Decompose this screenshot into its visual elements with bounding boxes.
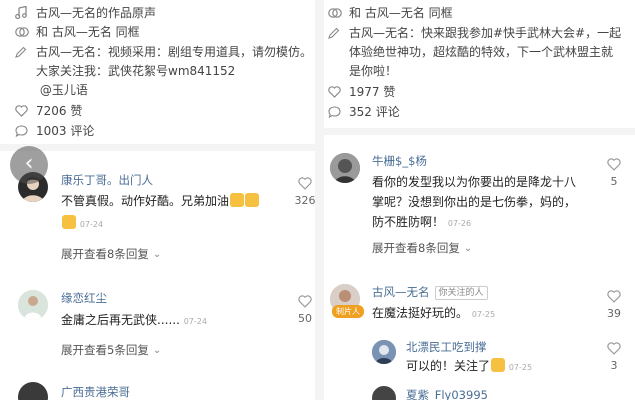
comment-text: 不管真假。动作好酷。兄弟加油 [61,191,260,211]
heart-icon [607,290,621,303]
likes-row: 7206 赞 [15,102,82,123]
comment-body: 可以的！关注了 [406,359,491,373]
comment-body: 在魔法挺好玩的。 [372,306,469,320]
comment-time: 07-25 [471,310,496,319]
comment-text: 金庸之后再无武侠...... 07-24 [61,310,207,332]
comments-row: 352 评论 [328,103,400,124]
section-gap [324,128,635,135]
heart-icon [328,85,343,104]
back-arrow-icon[interactable]: ‹ [10,146,48,184]
commenter-name[interactable]: 北漂民工吃到撑 [406,339,487,355]
comment-like-button[interactable]: 326 [291,177,315,207]
avatar[interactable] [18,382,48,400]
commenter-name[interactable]: 牛栅$_$杨 [372,153,427,169]
heart-icon [607,342,621,355]
comment-text: 在魔法挺好玩的。 07-25 [372,303,495,325]
expand-replies-label: 展开查看8条回复 [372,241,460,255]
comment-time: 07-24 [183,317,207,326]
comment-count: 352 评论 [349,105,400,119]
comments-row: 1003 评论 [15,122,94,143]
comment-like-count: 326 [294,194,316,207]
comment-count: 1003 评论 [36,124,95,138]
avatar[interactable] [330,153,360,183]
comment-like-count: 5 [610,175,618,188]
comment-time: 07-26 [447,219,472,228]
comment-body: 不管真假。动作好酷。兄弟加油 [61,194,230,208]
panel-divider [315,0,324,400]
thumbs-up-emoji-icon [230,193,245,207]
heart-icon [298,177,312,190]
left-video-detail: 古风—无名的作品原声 和 古风—无名 同框 古风—无名：视频采用：剧组专用道具，… [0,0,315,400]
like-count: 1977 赞 [349,85,396,99]
chevron-down-icon: ⌄ [152,344,162,356]
commenter-name[interactable]: 康乐丁哥。出门人 [61,172,153,188]
commenter-name-row: 古风—无名 你关注的人 [372,284,488,300]
edit-pencil-icon [15,45,30,64]
comment-like-count: 50 [298,312,312,325]
edit-pencil-icon [328,26,343,45]
expand-replies-button[interactable]: 展开查看5条回复 ⌄ [61,342,161,358]
avatar[interactable] [372,386,396,400]
comment-like-button[interactable]: 5 [600,158,628,188]
expand-replies-button[interactable]: 展开查看8条回复 ⌄ [372,240,472,256]
music-label: 古风—无名的作品原声 [36,6,157,20]
duet-icon [15,25,30,44]
like-count: 7206 赞 [36,104,83,118]
comment-time: 07-24 [79,220,104,229]
comment-like-button[interactable]: 3 [600,342,628,372]
commenter-name[interactable]: 广西贵港荣哥 [61,384,130,400]
likes-row: 1977 赞 [328,83,395,104]
comment-like-button[interactable]: 50 [291,295,315,325]
avatar[interactable] [372,340,396,364]
following-tag: 你关注的人 [434,286,488,300]
comment-bubble-icon [15,124,30,143]
right-video-detail: 和 古风—无名 同框 古风—无名：快来跟我参加#快手武林大会#，一起 体验绝世神… [324,0,635,400]
description-row: 古风—无名：视频采用：剧组专用道具，请勿模仿。 大家关注我：武侠花絮号wm841… [15,43,312,100]
thumbs-up-emoji-icon [245,193,260,207]
thumbs-up-emoji-icon [62,215,76,229]
description-row: 古风—无名：快来跟我参加#快手武林大会#，一起 体验绝世神功，超炫酷的特效，下一… [328,24,621,81]
chevron-down-icon: ⌄ [152,248,162,260]
expand-replies-label: 展开查看8条回复 [61,247,149,261]
section-gap [0,144,315,151]
heart-icon [298,295,312,308]
duet-label: 和 古风—无名 同框 [349,6,453,20]
comment-text: 可以的！关注了 07-25 [406,356,532,378]
comment-meta: 07-24 [61,213,103,235]
comment-body: 金庸之后再无武侠...... [61,313,180,327]
commenter-name[interactable]: 缘恋红尘 [61,290,107,306]
comment-time: 07-25 [508,363,533,372]
duet-icon [328,6,343,25]
music-row[interactable]: 古风—无名的作品原声 [15,4,156,25]
thumbs-up-emoji-icon [491,358,506,372]
chevron-down-icon: ⌄ [463,242,473,254]
duet-label: 和 古风—无名 同框 [36,25,140,39]
commenter-name[interactable]: 古风—无名 [372,285,430,299]
description-text: 古风—无名：快来跟我参加#快手武林大会#，一起 体验绝世神功，超炫酷的特效，下一… [349,26,622,78]
commenter-name[interactable]: 夏紫_Fly03995 [406,387,488,400]
comment-like-count: 3 [610,359,618,372]
comment-like-count: 39 [607,307,621,320]
heart-icon [15,104,30,123]
heart-icon [607,158,621,171]
producer-badge: 制片人 [332,305,364,318]
comment-body: 看你的发型我以为你要出的是降龙十八 掌呢？没想到你出的是七伤拳，妈的， 防不胜防… [372,175,577,229]
avatar[interactable] [18,290,48,320]
duet-row[interactable]: 和 古风—无名 同框 [328,4,453,25]
comment-bubble-icon [328,105,343,124]
duet-row[interactable]: 和 古风—无名 同框 [15,23,140,44]
comment-text: 看你的发型我以为你要出的是降龙十八 掌呢？没想到你出的是七伤拳，妈的， 防不胜防… [372,172,576,234]
comment-like-button[interactable]: 39 [600,290,628,320]
expand-replies-label: 展开查看5条回复 [61,343,149,357]
description-text: 古风—无名：视频采用：剧组专用道具，请勿模仿。 大家关注我：武侠花絮号wm841… [36,45,313,97]
expand-replies-button[interactable]: 展开查看8条回复 ⌄ [61,246,161,262]
